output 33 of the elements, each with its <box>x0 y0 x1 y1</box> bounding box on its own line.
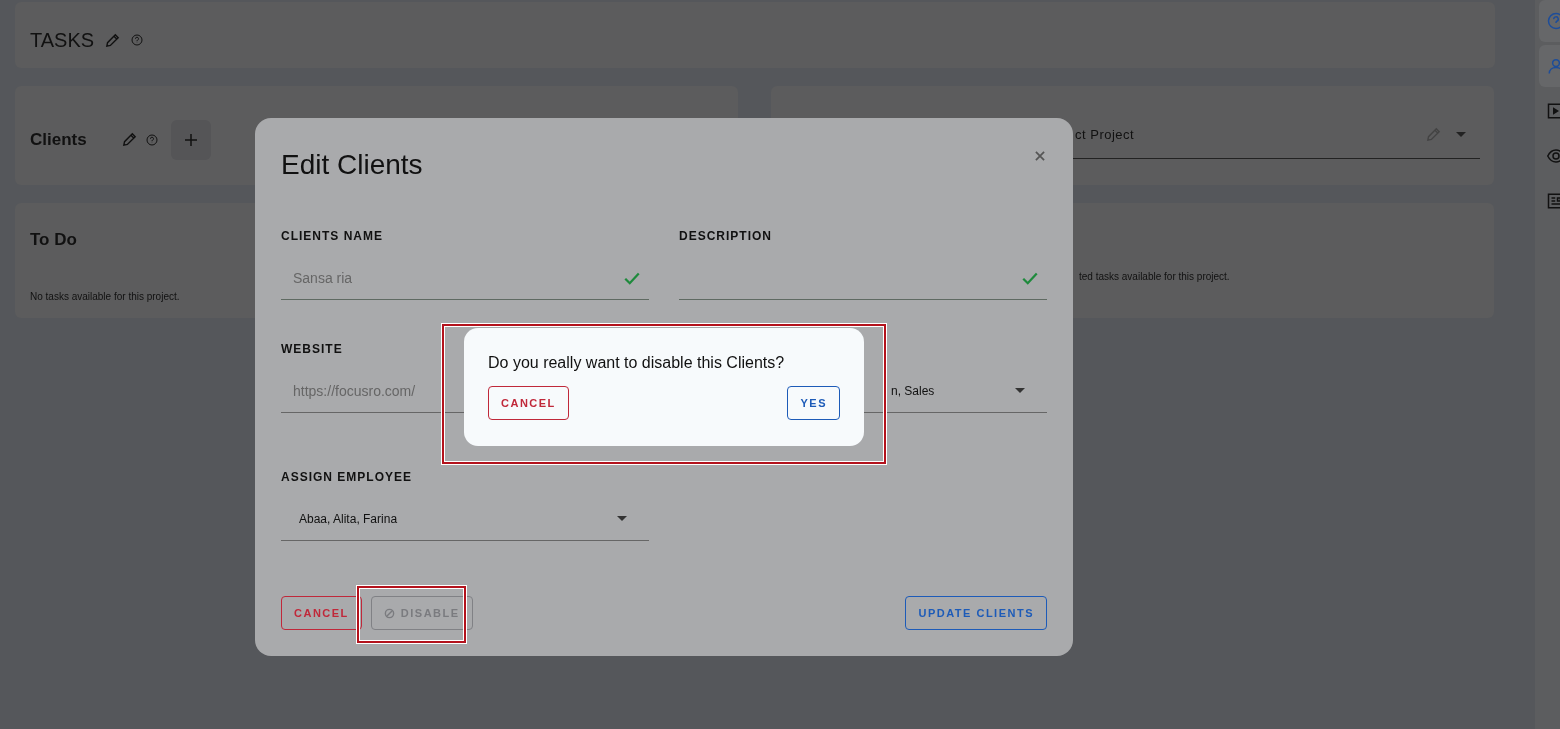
add-button[interactable] <box>170 119 211 160</box>
help-icon[interactable] <box>131 34 144 46</box>
update-button[interactable]: UPDATE CLIENTS <box>905 596 1047 630</box>
pencil-icon[interactable] <box>104 31 122 49</box>
list-icon <box>1547 192 1560 210</box>
yes-button[interactable]: YES <box>787 386 840 420</box>
help-icon[interactable] <box>145 133 158 146</box>
input-field[interactable]: Sansa ria <box>281 256 649 300</box>
pencil-icon[interactable] <box>120 131 138 148</box>
empty-message: No tasks available for this project. <box>30 291 180 302</box>
field-label: DESCRIPTION <box>679 229 773 243</box>
play-icon <box>1547 102 1560 120</box>
caret-icon <box>1456 131 1466 137</box>
pencil-icon[interactable] <box>1425 125 1442 143</box>
caret-icon <box>1015 388 1025 393</box>
field-label: ASSIGN EMPLOYEE <box>281 470 414 484</box>
cancel-button[interactable]: CANCEL <box>488 386 569 420</box>
confirm-message: Do you really want to disable this Clients? <box>488 354 785 372</box>
dialog-title: Edit Clients <box>281 148 423 182</box>
close-icon[interactable] <box>1033 149 1047 163</box>
select-field[interactable]: Abaa, Alita, Farina <box>281 497 649 541</box>
cancel-button[interactable]: CANCEL <box>281 596 362 630</box>
person-icon <box>1547 57 1560 75</box>
field-label: CLIENTS NAME <box>281 229 384 243</box>
disabled-icon <box>383 607 395 619</box>
field-label: WEBSITE <box>281 342 344 356</box>
page-title: TASKS <box>30 28 95 52</box>
eye-icon <box>1547 147 1560 165</box>
help-icon <box>1547 12 1560 30</box>
clients-title: Clients <box>30 129 87 150</box>
empty-message: ted tasks available for this project. <box>1079 271 1230 282</box>
caret-icon <box>617 516 627 521</box>
todo-title: To Do <box>30 230 77 250</box>
